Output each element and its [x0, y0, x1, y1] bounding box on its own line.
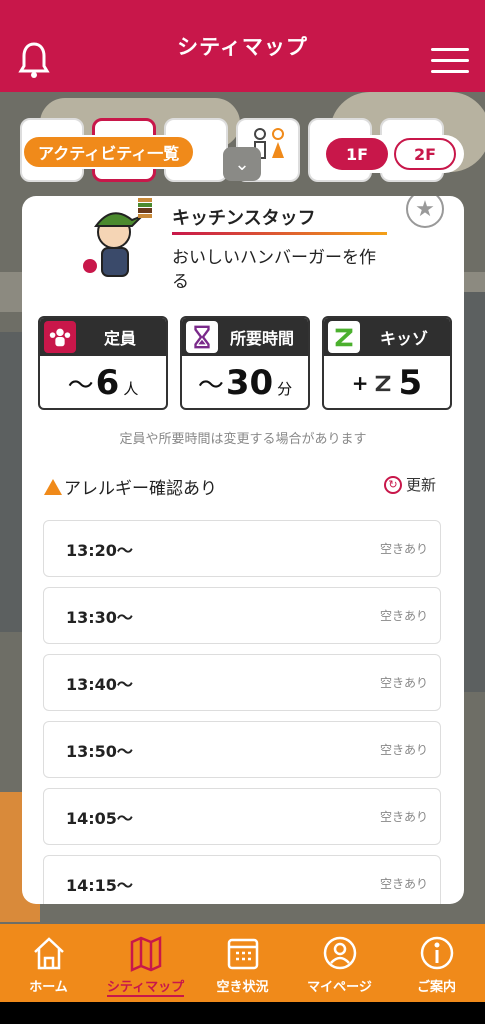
- slot-time: 14:15〜: [66, 875, 133, 895]
- slot-time: 13:50〜: [66, 741, 133, 761]
- floor-switcher: 1F 2F: [322, 135, 464, 173]
- nav-city-map[interactable]: シティマップ: [103, 924, 189, 1002]
- hamburger-menu-icon[interactable]: [431, 48, 469, 74]
- duration-value: 30: [225, 363, 274, 403]
- duration-stat: 所要時間 〜 30 分: [180, 316, 310, 410]
- hourglass-icon: [186, 321, 218, 353]
- slot-status: 空きあり: [379, 676, 428, 690]
- kidzo-coin-icon: [328, 321, 360, 353]
- nav-city-map-label: シティマップ: [106, 976, 185, 997]
- floor-2f-button[interactable]: 2F: [394, 138, 456, 170]
- nav-availability-label: 空き状況: [216, 980, 269, 995]
- chevron-down-icon[interactable]: ⌄: [223, 147, 261, 181]
- slot-status: 空きあり: [379, 743, 428, 757]
- kidzo-prefix: +: [351, 371, 369, 395]
- slot-time: 13:30〜: [66, 607, 133, 627]
- slot-time: 13:40〜: [66, 674, 133, 694]
- nav-availability[interactable]: 空き状況: [200, 924, 286, 1002]
- duration-prefix: 〜: [197, 370, 224, 401]
- duration-unit: 分: [277, 379, 293, 398]
- map-icon: [130, 936, 161, 972]
- slot-status: 空きあり: [379, 810, 428, 824]
- nav-home[interactable]: ホーム: [6, 924, 92, 1002]
- kidzo-label: キッゾ: [379, 329, 428, 348]
- nav-home-label: ホーム: [29, 980, 68, 995]
- capacity-unit: 人: [123, 379, 139, 398]
- activity-stats: 定員 〜 6 人 所要時間 〜 30 分 キッゾ + 5: [38, 316, 452, 410]
- slot-time: 13:20〜: [66, 540, 133, 560]
- time-slot[interactable]: 14:15〜 空きあり: [43, 855, 441, 904]
- nav-guide-label: ご案内: [416, 980, 456, 995]
- nav-mypage-label: マイページ: [307, 980, 372, 995]
- capacity-prefix: 〜: [67, 370, 94, 401]
- user-icon: [323, 936, 356, 970]
- allergy-notice: アレルギー確認あり: [44, 474, 217, 499]
- nav-mypage[interactable]: マイページ: [297, 924, 383, 1002]
- calendar-icon: [227, 938, 258, 970]
- app-header: シティマップ: [0, 0, 485, 92]
- slot-time: 14:05〜: [66, 808, 133, 828]
- activity-description: おいしいハンバーガーを作る: [172, 248, 376, 292]
- slot-status: 空きあり: [379, 609, 428, 623]
- time-slot[interactable]: 13:50〜 空きあり: [43, 721, 441, 778]
- capacity-label: 定員: [103, 329, 136, 348]
- capacity-value: 6: [95, 363, 120, 403]
- warning-icon: [44, 478, 62, 495]
- time-slot[interactable]: 13:30〜 空きあり: [43, 587, 441, 644]
- info-icon: [420, 936, 453, 970]
- floor-1f-button[interactable]: 1F: [326, 138, 388, 170]
- refresh-label: 更新: [406, 476, 437, 494]
- bell-icon[interactable]: [18, 40, 50, 80]
- people-icon: [44, 321, 76, 353]
- slot-status: 空きあり: [379, 877, 428, 891]
- kitchen-staff-character-image: [83, 198, 152, 277]
- change-note: 定員や所要時間は変更する場合があります: [119, 432, 367, 447]
- allergy-label: アレルギー確認あり: [64, 479, 217, 499]
- system-bar: [0, 1002, 485, 1024]
- time-slot[interactable]: 13:20〜 空きあり: [43, 520, 441, 577]
- kidzo-value: 5: [398, 363, 423, 403]
- activity-card: キッチンスタッフ おいしいハンバーガーを作る ★ 定員 〜 6 人 所要時間 〜…: [22, 196, 464, 904]
- duration-label: 所要時間: [229, 329, 294, 348]
- slot-status: 空きあり: [379, 542, 428, 556]
- refresh-button[interactable]: ↻ 更新: [384, 474, 436, 495]
- kidzo-stat: キッゾ + 5: [322, 316, 452, 410]
- activity-list-button[interactable]: アクティビティ一覧: [22, 135, 196, 169]
- kidzo-currency-icon: [375, 375, 390, 392]
- title-underline: [172, 232, 387, 235]
- activity-title: キッチンスタッフ: [172, 208, 316, 229]
- home-icon: [33, 937, 64, 970]
- star-favorite-icon[interactable]: ★: [406, 196, 444, 228]
- page-title: シティマップ: [177, 35, 308, 59]
- time-slot-list: 13:20〜 空きあり 13:30〜 空きあり 13:40〜 空きあり 13:50〜空…: [43, 520, 441, 904]
- time-slot[interactable]: 14:05〜 空きあり: [43, 788, 441, 845]
- time-slot[interactable]: 13:40〜 空きあり: [43, 654, 441, 711]
- bottom-navigation: ホーム シティマップ 空き状況 マイページ ご案内: [0, 924, 485, 1002]
- nav-guide[interactable]: ご案内: [394, 924, 480, 1002]
- capacity-stat: 定員 〜 6 人: [38, 316, 168, 410]
- refresh-icon: ↻: [384, 475, 402, 494]
